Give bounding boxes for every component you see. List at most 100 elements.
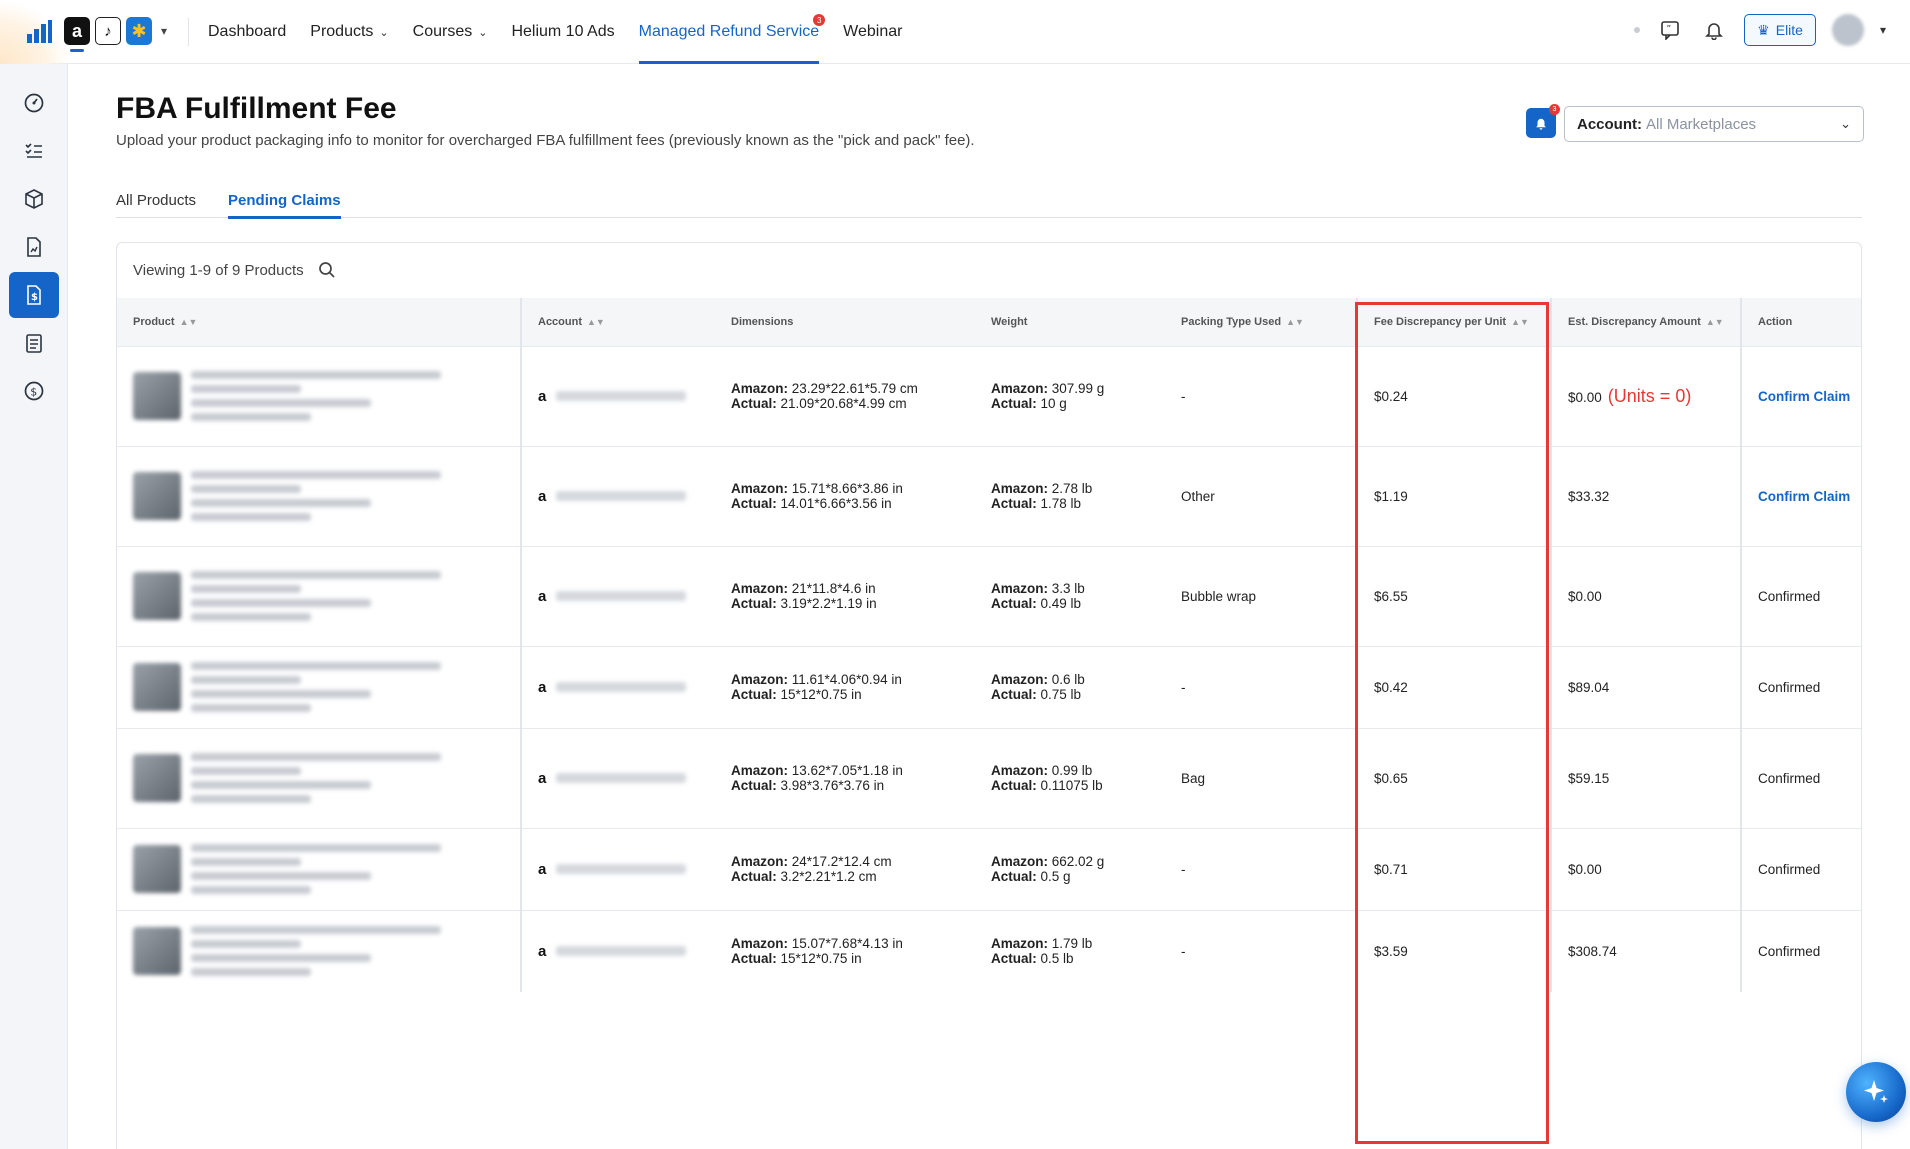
weight-cell: Amazon: 0.6 lb Actual: 0.75 lb [975, 645, 1165, 728]
chevron-down-icon[interactable]: ▾ [161, 24, 167, 38]
product-thumbnail [133, 472, 181, 520]
ai-assistant-button[interactable] [1846, 1062, 1906, 1122]
sidebar-item-billing[interactable]: $ [9, 368, 59, 414]
dimensions-cell: Amazon: 24*17.2*12.4 cm Actual: 3.2*2.21*… [715, 827, 975, 910]
amazon-logo-icon: a [538, 387, 547, 405]
est-discrepancy-cell: $308.74 [1551, 909, 1742, 992]
account-name-blurred [556, 773, 687, 783]
nav-item-products[interactable]: Products ⌄ [310, 0, 388, 64]
feedback-icon[interactable]: ” [1656, 16, 1684, 44]
est-discrepancy-cell: $89.04 [1551, 645, 1742, 728]
packing-type-cell: - [1165, 909, 1358, 992]
account-name-blurred [556, 946, 687, 957]
sidebar-item-tasks[interactable] [9, 128, 59, 174]
helium10-logo-icon[interactable] [26, 20, 52, 44]
amazon-logo-icon: a [538, 860, 547, 878]
account-cell: a [521, 645, 715, 728]
action-cell: Confirmed [1741, 545, 1861, 646]
account-cell: a [521, 727, 715, 828]
product-cell[interactable] [117, 645, 522, 728]
col-product[interactable]: Product ▲▼ [117, 298, 522, 346]
products-card: Viewing 1-9 of 9 Products Product ▲▼ Acco… [116, 242, 1862, 1149]
amazon-logo-icon: a [538, 587, 547, 605]
fee-discrepancy-cell: $6.55 [1357, 545, 1552, 646]
chevron-down-icon: ⌄ [1840, 116, 1851, 131]
confirm-claim-button[interactable]: Confirm Claim [1758, 489, 1850, 504]
clipboard-list-icon [26, 334, 42, 353]
product-info-blurred [133, 926, 520, 977]
elite-label: Elite [1775, 22, 1803, 38]
product-cell[interactable] [117, 827, 522, 910]
sidebar-item-reports[interactable] [9, 224, 59, 270]
product-cell[interactable] [117, 445, 522, 546]
product-thumbnail [133, 663, 181, 711]
marketplace-switcher[interactable]: a ♪ ✱ ▾ [64, 17, 167, 52]
table-row: a Amazon: 23.29*22.61*5.79 cm Actual: 21.0… [117, 345, 1861, 446]
walmart-marketplace-icon[interactable]: ✱ [126, 17, 152, 45]
nav-item-managed-refund-service[interactable]: Managed Refund Service 3 [638, 0, 826, 64]
nav-item-webinar[interactable]: Webinar [843, 0, 902, 64]
account-cell: a [521, 827, 715, 910]
chevron-down-icon[interactable]: ▾ [1880, 23, 1886, 37]
account-select[interactable]: Account: All Marketplaces ⌄ [1564, 106, 1864, 142]
tab-pending-claims[interactable]: Pending Claims [228, 182, 341, 219]
nav-item-dashboard[interactable]: Dashboard [208, 0, 286, 64]
packing-type-cell: - [1165, 345, 1358, 446]
account-select-label: Account: [1577, 115, 1642, 133]
pending-claims-table: Product ▲▼ Account ▲▼ Dimensions Weight Pa… [117, 298, 1861, 992]
sparkle-icon [1864, 1080, 1888, 1103]
nav-divider [188, 18, 189, 46]
nav-item-helium-10-ads[interactable]: Helium 10 Ads [511, 0, 614, 64]
product-cell[interactable] [117, 909, 522, 992]
col-est-discrepancy[interactable]: Est. Discrepancy Amount ▲▼ [1551, 298, 1742, 346]
bell-icon[interactable] [1700, 16, 1728, 44]
account-cell: a [521, 545, 715, 646]
fee-discrepancy-cell: $0.71 [1357, 827, 1552, 910]
product-thumbnail [133, 845, 181, 893]
amazon-marketplace-icon[interactable]: a [64, 17, 90, 52]
table-row: a Amazon: 15.07*7.68*4.13 in Actual: 15*12… [117, 909, 1861, 992]
product-cell[interactable] [117, 545, 522, 646]
sidebar-item-refunds[interactable]: $ [9, 272, 59, 318]
svg-text:$: $ [30, 386, 37, 399]
nav-item-courses[interactable]: Courses ⌄ [413, 0, 488, 64]
product-cell[interactable] [117, 727, 522, 828]
col-fee-discrepancy[interactable]: Fee Discrepancy per Unit ▲▼ [1357, 298, 1552, 346]
top-right-controls: ” ♛ Elite ▾ [1634, 14, 1886, 46]
claim-notifications-button[interactable]: 3 [1526, 104, 1560, 138]
dimensions-cell: Amazon: 11.61*4.06*0.94 in Actual: 15*12*… [715, 645, 975, 728]
fee-discrepancy-cell: $0.42 [1357, 645, 1552, 728]
amazon-logo-icon: a [538, 769, 547, 787]
elite-plan-button[interactable]: ♛ Elite [1744, 14, 1816, 46]
sort-icon: ▲▼ [1511, 316, 1529, 327]
est-discrepancy-cell: $0.00 [1551, 545, 1742, 646]
product-info-blurred [133, 662, 520, 712]
avatar[interactable] [1831, 14, 1864, 46]
tab-bar: All Products Pending Claims [116, 182, 1862, 219]
viewing-summary: Viewing 1-9 of 9 Products [133, 261, 336, 279]
confirm-claim-button[interactable]: Confirm Claim [1758, 389, 1850, 404]
weight-cell: Amazon: 0.99 lb Actual: 0.11075 lb [975, 727, 1165, 828]
account-cell: a [521, 345, 715, 446]
col-weight: Weight [975, 298, 1165, 346]
col-packing-type[interactable]: Packing Type Used ▲▼ [1165, 298, 1358, 346]
table-header-row: Product ▲▼ Account ▲▼ Dimensions Weight Pa… [117, 298, 1861, 346]
page-subtitle: Upload your product packaging info to mo… [116, 132, 975, 149]
packing-type-cell: - [1165, 827, 1358, 910]
tiktok-marketplace-icon[interactable]: ♪ [95, 17, 121, 45]
tab-all-products[interactable]: All Products [116, 182, 196, 218]
packing-type-cell: - [1165, 645, 1358, 728]
svg-text:$: $ [31, 292, 38, 303]
search-icon[interactable] [318, 261, 336, 279]
sidebar-item-inventory[interactable] [9, 176, 59, 222]
svg-text:”: ” [1667, 25, 1672, 35]
sort-icon: ▲▼ [587, 316, 605, 327]
col-account[interactable]: Account ▲▼ [521, 298, 715, 346]
product-info-blurred [133, 471, 520, 521]
amazon-logo-icon: a [538, 487, 547, 505]
confirmed-status: Confirmed [1758, 770, 1821, 786]
sidebar-item-dashboard[interactable] [9, 80, 59, 126]
sidebar-item-claims[interactable] [9, 320, 59, 366]
product-cell[interactable] [117, 345, 522, 446]
product-thumbnail [133, 372, 181, 420]
